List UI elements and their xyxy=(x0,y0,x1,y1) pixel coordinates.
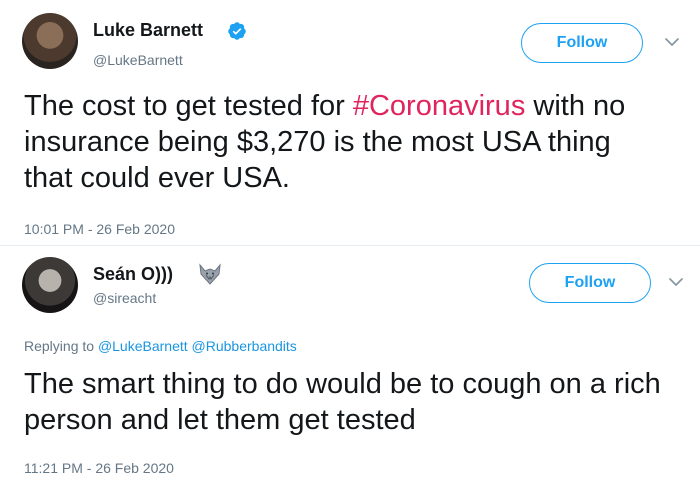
replying-label: Replying to xyxy=(24,338,98,354)
tweet-luke-barnett: Luke Barnett @LukeBarnett Follow The cos… xyxy=(0,0,700,246)
chevron-down-icon[interactable] xyxy=(667,273,685,291)
follow-button[interactable]: Follow xyxy=(529,263,651,303)
avatar[interactable] xyxy=(22,13,78,69)
follow-button[interactable]: Follow xyxy=(521,23,643,63)
tweet-text: The cost to get tested for #Coronavirus … xyxy=(24,88,664,196)
avatar[interactable] xyxy=(22,257,78,313)
handle[interactable]: @LukeBarnett xyxy=(93,52,183,68)
timestamp[interactable]: 11:21 PM - 26 Feb 2020 xyxy=(24,460,174,476)
reply-mentions[interactable]: @LukeBarnett @Rubberbandits xyxy=(98,338,297,354)
tweet-text-part: The cost to get tested for xyxy=(24,90,353,122)
chevron-down-icon[interactable] xyxy=(663,33,681,51)
display-name[interactable]: Seán O))) xyxy=(93,264,173,285)
replying-to: Replying to @LukeBarnett @Rubberbandits xyxy=(24,338,297,354)
verified-icon xyxy=(228,22,246,40)
tweet-text: The smart thing to do would be to cough … xyxy=(24,368,661,436)
tweet-sean: Seán O))) @sireacht Follow Replying to @… xyxy=(0,246,700,497)
fox-icon xyxy=(199,263,221,285)
hashtag-link[interactable]: #Coronavirus xyxy=(353,90,525,122)
timestamp[interactable]: 10:01 PM - 26 Feb 2020 xyxy=(24,221,175,237)
handle[interactable]: @sireacht xyxy=(93,290,156,306)
display-name[interactable]: Luke Barnett xyxy=(93,20,203,41)
